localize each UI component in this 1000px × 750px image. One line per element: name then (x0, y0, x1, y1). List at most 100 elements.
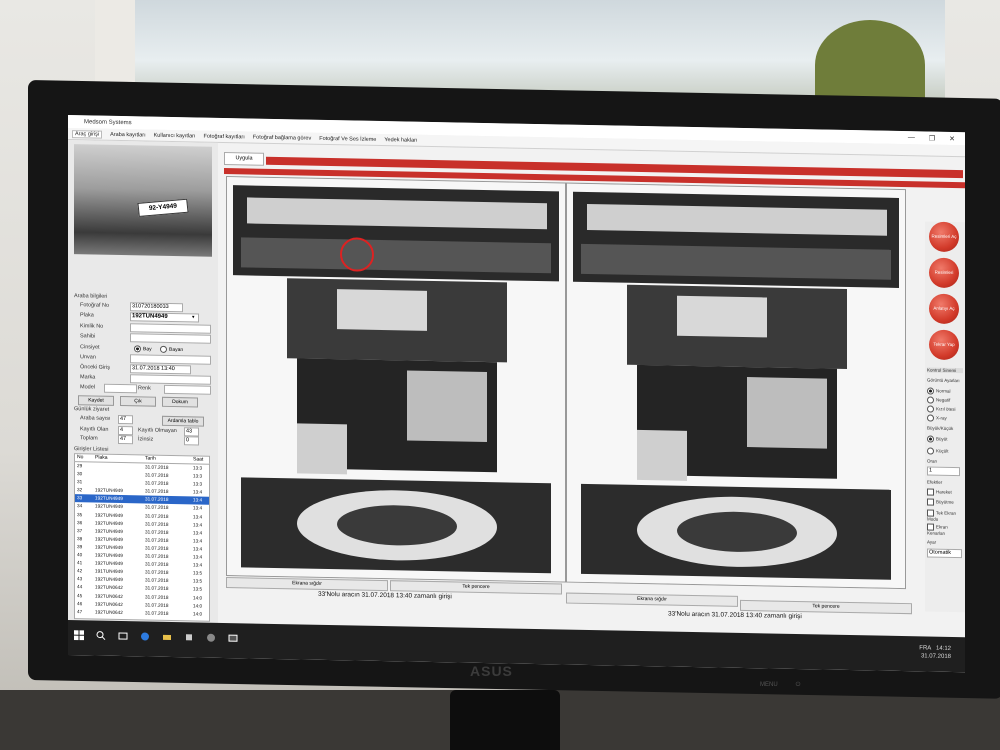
store-icon[interactable] (184, 632, 194, 642)
zoom-out-label: Küçült (936, 448, 949, 454)
list-cell-time: 13:4 (193, 505, 203, 512)
menu-item-yedek[interactable]: Yedek hakları (384, 137, 417, 144)
chevron-down-icon[interactable]: ▾ (192, 314, 195, 320)
inspection-image-left (226, 176, 566, 583)
refresh-table-button[interactable]: Ardamla tablo (162, 415, 204, 427)
app-icon[interactable] (206, 633, 216, 643)
zoom-out-option[interactable]: Küçült (927, 447, 949, 455)
list-cell-time: 13:5 (193, 570, 203, 576)
view-option-kizil-label: Kızıl ötesi (936, 406, 956, 412)
field-sahibi[interactable] (130, 333, 211, 344)
view-option-normal[interactable]: Normal (927, 387, 951, 395)
open-description-button[interactable]: Anlatıyı Aç (929, 293, 959, 325)
field-unvan[interactable] (130, 354, 211, 365)
screen: Medsom Systems — ❐ ✕ Araç girişi Araba k… (68, 115, 965, 673)
hardware-menu-button[interactable]: MENU (760, 682, 778, 689)
fit-screen-button-left[interactable]: Ekrana sığdır (226, 577, 388, 592)
minimize-button[interactable]: — (908, 134, 915, 142)
effect-buyutme[interactable]: Büyütme (927, 498, 954, 506)
save-images-button[interactable]: Resimleri Kaydet (929, 257, 959, 305)
save-button[interactable]: Kaydet (78, 395, 114, 406)
label-kimlik-no: Kimlik No (80, 323, 104, 330)
language-indicator[interactable]: FRA (919, 645, 931, 651)
effect-kenarlari[interactable]: Ekran Kenarları (927, 523, 965, 536)
label-unvan: Unvan (80, 354, 96, 361)
effect-hareket-label: Hareket (936, 489, 952, 495)
list-cell-time: 13:4 (193, 538, 203, 544)
caption-left: 33'Nolu aracın 31.07.2018 13:40 zamanlı … (318, 590, 452, 601)
effect-hareket[interactable]: Hareket (927, 488, 952, 496)
effect-tek-ekran[interactable]: Tek Ekran Modu (927, 509, 965, 522)
list-item[interactable]: 47 192TUN0642 31.07.2018 14:0 (75, 608, 209, 619)
close-button[interactable]: ✕ (949, 134, 955, 142)
media-icon[interactable] (228, 633, 238, 643)
stat-label-toplam: Toplam (80, 435, 98, 442)
license-plate-photo: 92-Y4949 (137, 198, 189, 217)
effects-title: Efektler (927, 479, 943, 485)
power-icon[interactable]: ⏻ (796, 682, 801, 689)
exit-button[interactable]: Çık (120, 395, 156, 407)
field-marka[interactable] (130, 374, 211, 385)
list-title: Girişler Listesi (74, 446, 109, 453)
list-cell-plate: 192TUN0642 (95, 609, 123, 615)
radio-bayan[interactable]: Bayan (160, 345, 183, 353)
label-renk: Renk (138, 385, 151, 392)
menu-item-fotograf-ses[interactable]: Fotoğraf Ve Ses İzleme (319, 135, 376, 142)
fit-screen-button-right[interactable]: Ekrana sığdır (566, 592, 738, 607)
task-view-icon[interactable] (118, 631, 128, 641)
clock-date[interactable]: 31.07.2018 (921, 653, 951, 660)
menu-item-fotograf-baglama[interactable]: Fotoğraf bağlama görev (253, 134, 311, 141)
view-option-kizil[interactable]: Kızıl ötesi (927, 405, 956, 413)
menu-item-fotograf-kayitlari[interactable]: Fotoğraf kayıtları (204, 133, 245, 140)
label-marka: Marka (80, 374, 96, 381)
list-cell-time: 13:3 (193, 465, 203, 471)
app-title: Medsom Systems (84, 118, 132, 126)
stat-value-toplam: 47 (118, 434, 133, 445)
radio-bay-label: Bay (143, 346, 152, 353)
list-cell-time: 14:0 (193, 602, 203, 609)
view-settings-title: Görüntü Ayarları (927, 377, 960, 384)
list-cell-time: 14:0 (193, 611, 203, 617)
open-images-button[interactable]: Resimleri Aç (929, 221, 959, 253)
redo-button[interactable]: Tekrar Yap (929, 329, 959, 361)
list-cell-time: 14:0 (193, 594, 203, 601)
list-cell-time: 13:4 (193, 497, 203, 503)
view-option-xray[interactable]: X-ray (927, 414, 947, 422)
radio-bay[interactable]: Bay (134, 345, 152, 352)
field-model[interactable] (104, 383, 137, 394)
windows-start-icon[interactable] (74, 630, 84, 641)
list-cell-time: 13:3 (193, 473, 203, 479)
tab-uygula[interactable]: Uygula (224, 151, 264, 166)
ratio-input[interactable]: 1 (927, 466, 960, 477)
info-title: Araba bilgileri (74, 293, 108, 300)
field-plaka[interactable]: 192TUN4949 (130, 312, 199, 323)
list-cell-time: 13:4 (193, 554, 203, 560)
clock-time[interactable]: 14:12 (936, 646, 951, 652)
menu-item-kullanici-kayitlari[interactable]: Kullanıcı kayıtları (154, 132, 196, 139)
entries-list[interactable]: 29 31.07.2018 13:3 30 31.07.2018 13:3 31 31.07.… (74, 461, 210, 622)
view-option-negatif[interactable]: Negatif (927, 396, 951, 404)
maximize-button[interactable]: ❐ (929, 134, 935, 142)
field-renk[interactable] (164, 384, 211, 395)
mode-select[interactable]: Otomatik (927, 548, 962, 559)
radio-zoom-in-icon (927, 435, 934, 443)
right-panel: Resimleri Aç Resimleri Kaydet Anlatıyı A… (925, 221, 965, 613)
view-option-negatif-label: Negatif (936, 397, 951, 403)
stat-label-izinsiz: İzinsiz (138, 436, 154, 443)
field-kimlik-no[interactable] (130, 323, 211, 334)
dokum-button[interactable]: Dokum (162, 396, 198, 408)
folder-icon[interactable] (162, 632, 172, 642)
field-fotograf-no[interactable]: 310720180033 (130, 302, 183, 313)
menu-item-araba-kayitlari[interactable]: Araba kayıtları (110, 131, 145, 138)
label-fotograf-no: Fotoğraf No (80, 302, 110, 309)
inspection-image-right (566, 182, 906, 590)
menu-item-arac-girisi[interactable]: Araç girişi (72, 129, 103, 139)
list-cell-date: 31.07.2018 (145, 610, 169, 616)
radio-xray-icon (927, 414, 934, 422)
stat-label-araba-sayisi: Araba sayısı (80, 415, 111, 422)
stat-label-kayitli-olan: Kayıtlı Olan (80, 426, 109, 433)
field-onceki-giris[interactable]: 31.07.2018 13:40 (130, 364, 191, 375)
edge-icon[interactable] (140, 631, 150, 641)
search-icon[interactable] (96, 631, 106, 641)
zoom-in-option[interactable]: Büyüt (927, 435, 948, 443)
